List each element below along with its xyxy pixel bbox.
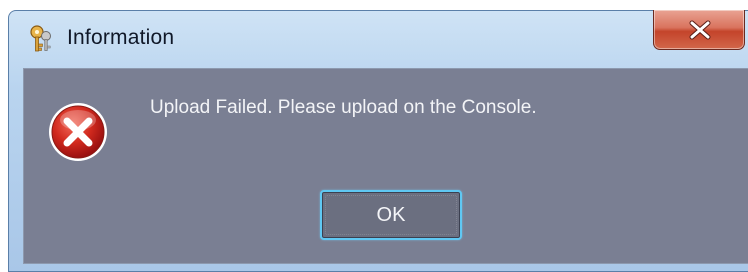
ok-button-label: OK [376, 203, 406, 226]
window-title: Information [67, 26, 175, 49]
keys-icon [28, 24, 54, 54]
close-button[interactable] [653, 10, 745, 50]
close-icon [689, 20, 711, 40]
dialog-window: Information Upload Failed. Please upload… [8, 10, 748, 272]
error-icon [46, 100, 110, 164]
ok-button[interactable]: OK [320, 190, 462, 240]
error-message: Upload Failed. Please upload on the Cons… [150, 97, 537, 118]
dialog-body: Upload Failed. Please upload on the Cons… [23, 68, 748, 264]
title-bar[interactable]: Information [9, 10, 748, 67]
